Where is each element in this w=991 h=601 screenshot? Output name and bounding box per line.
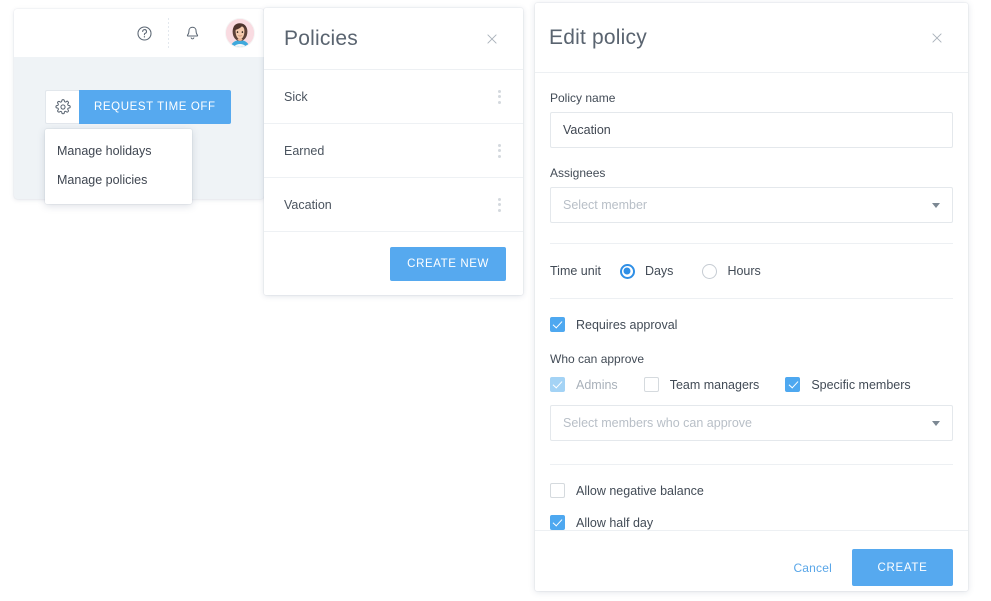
user-menu-button[interactable]	[216, 19, 264, 47]
assignees-field-group: Assignees Select member	[550, 148, 953, 243]
request-time-off-button[interactable]: REQUEST TIME OFF	[79, 90, 231, 124]
radio-time-unit-hours[interactable]: Hours	[702, 263, 761, 279]
bell-icon	[186, 26, 198, 39]
table-row[interactable]: Sick	[264, 70, 523, 124]
radio-time-unit-days[interactable]: Days	[619, 263, 674, 279]
checkbox-team-managers[interactable]: Team managers	[643, 377, 760, 392]
policy-name-label: Earned	[284, 143, 325, 158]
assignees-placeholder: Select member	[563, 198, 648, 212]
time-unit-label: Time unit	[550, 264, 601, 278]
policies-panel-title: Policies	[284, 26, 358, 50]
checkbox-specific-members[interactable]: Specific members	[785, 377, 911, 392]
settings-button[interactable]	[45, 90, 79, 124]
checkbox-checked-icon	[550, 515, 565, 530]
app-preview-card: REQUEST TIME OFF Manage holidays Manage …	[14, 9, 264, 204]
specific-members-label: Specific members	[811, 377, 911, 392]
policy-name-label: Policy name	[550, 91, 616, 105]
checkbox-requires-approval[interactable]: Requires approval	[550, 317, 953, 332]
admins-label: Admins	[576, 377, 618, 392]
policies-close-button[interactable]	[481, 28, 503, 50]
create-button[interactable]: CREATE	[852, 549, 953, 586]
assignees-select[interactable]: Select member	[550, 187, 953, 223]
radio-hours-label: Hours	[727, 264, 761, 278]
assignees-label: Assignees	[550, 166, 606, 180]
table-row[interactable]: Vacation	[264, 178, 523, 232]
edit-policy-title: Edit policy	[549, 25, 647, 49]
policy-name-label: Vacation	[284, 197, 332, 212]
help-circle-icon	[136, 25, 152, 41]
app-action-row: REQUEST TIME OFF	[45, 90, 231, 124]
close-icon	[487, 33, 497, 44]
requires-approval-label: Requires approval	[576, 317, 678, 332]
who-can-approve-options: Admins Team managers Specific members	[550, 377, 953, 392]
cancel-button[interactable]: Cancel	[793, 561, 832, 575]
approvers-field-group: Select members who can approve	[550, 405, 953, 464]
policy-name-input[interactable]: Vacation	[550, 112, 953, 148]
approvers-placeholder: Select members who can approve	[563, 416, 752, 430]
checkbox-checked-icon	[785, 377, 801, 392]
help-button[interactable]	[120, 9, 168, 57]
policies-panel: Policies Sick Earned Vacation CREATE NEW	[264, 8, 523, 295]
checkbox-admins[interactable]: Admins	[550, 377, 618, 392]
options-section: Allow negative balance Allow half day	[550, 465, 953, 530]
avatar-illustration	[226, 19, 254, 47]
settings-dropdown-menu: Manage holidays Manage policies	[45, 129, 192, 204]
edit-policy-footer: Cancel CREATE	[535, 530, 968, 601]
policies-panel-header: Policies	[264, 8, 523, 70]
edit-policy-panel: Edit policy Policy name Vacation Assigne…	[535, 3, 968, 591]
radio-days-label: Days	[644, 264, 674, 278]
create-new-button[interactable]: CREATE NEW	[390, 247, 506, 281]
allow-negative-balance-label: Allow negative balance	[576, 483, 704, 498]
checkbox-unchecked-icon	[643, 377, 659, 392]
menu-item-manage-policies[interactable]: Manage policies	[45, 166, 192, 195]
allow-half-day-label: Allow half day	[576, 515, 654, 530]
policy-name-field-group: Policy name Vacation	[550, 73, 953, 148]
approvers-select[interactable]: Select members who can approve	[550, 405, 953, 441]
team-managers-label: Team managers	[669, 377, 760, 392]
more-vertical-icon[interactable]	[496, 86, 503, 108]
close-icon	[932, 32, 942, 43]
checkbox-allow-half-day[interactable]: Allow half day	[550, 515, 953, 530]
radio-unselected-icon	[702, 263, 718, 279]
edit-policy-body: Policy name Vacation Assignees Select me…	[535, 73, 968, 530]
more-vertical-icon[interactable]	[496, 140, 503, 162]
who-can-approve-label: Who can approve	[550, 352, 645, 366]
policies-panel-footer: CREATE NEW	[264, 232, 523, 296]
app-topbar	[14, 9, 264, 57]
notifications-button[interactable]	[168, 9, 216, 57]
chevron-down-icon	[932, 420, 940, 426]
menu-item-manage-holidays[interactable]: Manage holidays	[45, 137, 192, 166]
policy-name-label: Sick	[284, 89, 308, 104]
radio-selected-icon	[619, 263, 635, 279]
avatar	[226, 19, 254, 47]
gear-icon	[54, 99, 71, 115]
checkbox-unchecked-icon	[550, 483, 565, 498]
edit-policy-header: Edit policy	[535, 3, 968, 73]
approval-section: Requires approval Who can approve Admins…	[550, 299, 953, 464]
checkbox-allow-negative-balance[interactable]: Allow negative balance	[550, 483, 953, 498]
checkbox-checked-disabled-icon	[550, 377, 565, 392]
table-row[interactable]: Earned	[264, 124, 523, 178]
edit-policy-close-button[interactable]	[926, 27, 948, 49]
chevron-down-icon	[932, 202, 940, 208]
time-unit-group: Time unit Days Hours	[550, 244, 953, 298]
policy-list: Sick Earned Vacation	[264, 70, 523, 232]
checkbox-checked-icon	[550, 317, 565, 332]
screenshot-root: REQUEST TIME OFF Manage holidays Manage …	[0, 0, 991, 601]
more-vertical-icon[interactable]	[496, 194, 503, 216]
